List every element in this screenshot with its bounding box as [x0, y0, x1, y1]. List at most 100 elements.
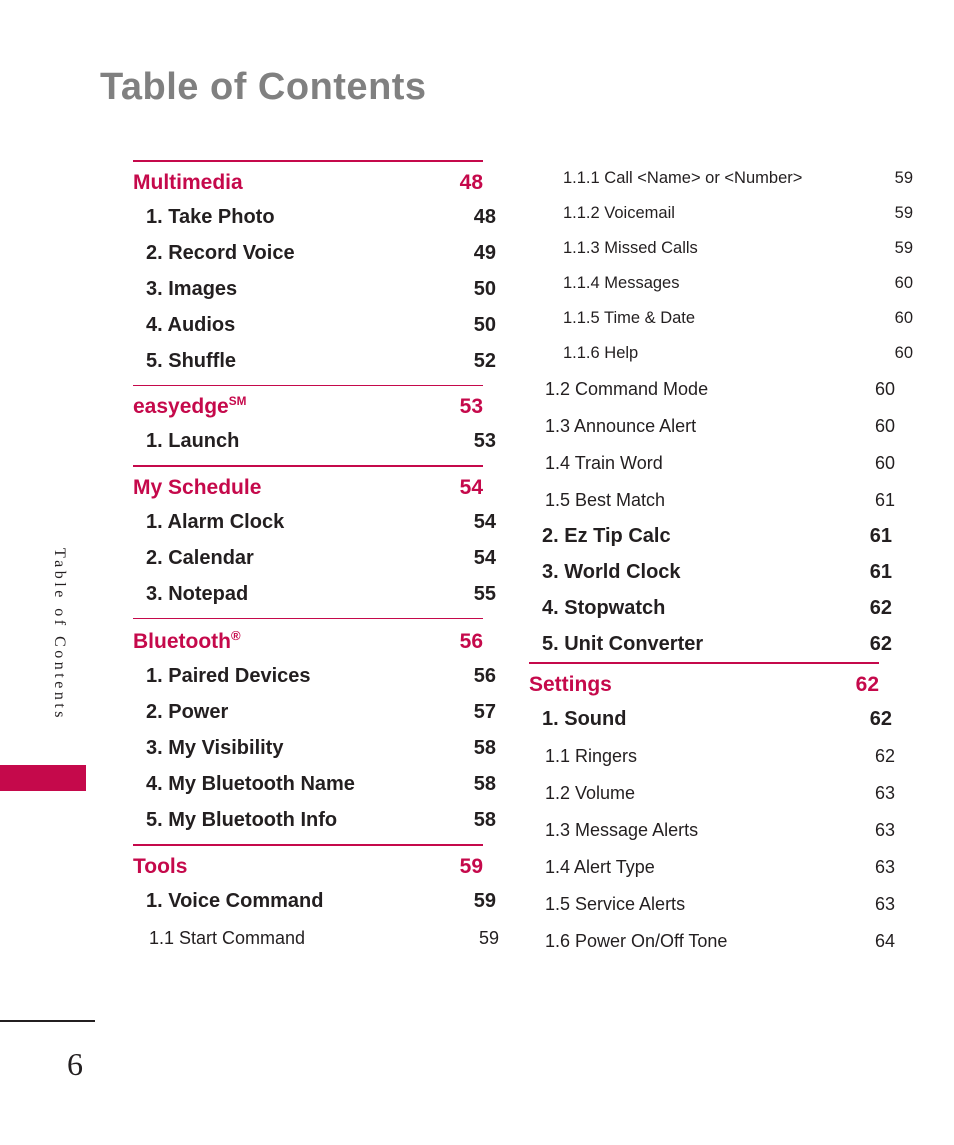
toc-entry-11-ringers[interactable]: 1.1 Ringers 62	[529, 737, 895, 774]
toc-entry-5-shuffle[interactable]: 5. Shuffle 52	[133, 343, 496, 379]
toc-entry-13-message-alerts-page: 63	[874, 819, 895, 840]
toc-entry-14-alert-type[interactable]: 1.4 Alert Type 63	[529, 848, 895, 885]
toc-entry-15-service-alerts-page: 63	[874, 893, 895, 914]
toc-entry-15-service-alerts[interactable]: 1.5 Service Alerts 63	[529, 885, 895, 922]
toc-entry-116-help[interactable]: 1.1.6 Help 60	[529, 335, 913, 370]
toc-entry-14-train-word[interactable]: 1.4 Train Word 60	[529, 444, 895, 481]
section-header-multimedia[interactable]: Multimedia 48	[133, 162, 483, 199]
toc-entry-15-best-match-page: 61	[874, 490, 895, 510]
toc-entry-2-power[interactable]: 2. Power 57	[133, 694, 496, 730]
section-header-multimedia-label: Multimedia	[133, 170, 243, 194]
toc-entry-2-ez-tip-calc[interactable]: 2. Ez Tip Calc 61	[529, 518, 892, 554]
toc-entry-1-voice-command[interactable]: 1. Voice Command 59	[133, 883, 496, 919]
toc-entry-11-start-command-page: 59	[478, 927, 499, 948]
toc-entry-1-alarm-clock[interactable]: 1. Alarm Clock 54	[133, 504, 496, 540]
section-header-easyedge[interactable]: easyedgeSM 53	[133, 386, 483, 423]
toc-entry-12-volume-label: 1.2 Volume	[545, 782, 636, 803]
toc-entry-16-power-on-off-tone-page: 64	[874, 930, 895, 951]
toc-entry-111-call-name-or-number[interactable]: 1.1.1 Call <Name> or <Number> 59	[529, 160, 913, 195]
toc-entry-12-command-mode-page: 60	[874, 379, 895, 399]
page-number: 6	[67, 1046, 83, 1082]
section-header-bluetooth[interactable]: Bluetooth® 56	[133, 619, 483, 658]
toc-entry-5-my-bluetooth-info[interactable]: 5. My Bluetooth Info 58	[133, 802, 496, 838]
toc-entry-2-power-page: 57	[473, 701, 496, 723]
toc-entry-1-alarm-clock-label: 1. Alarm Clock	[146, 510, 285, 533]
toc-entry-1-launch[interactable]: 1. Launch 53	[133, 423, 496, 459]
toc-entry-3-images-label: 3. Images	[146, 277, 238, 300]
toc-entry-13-announce-alert-page: 60	[874, 416, 895, 436]
toc-entry-1-take-photo-page: 48	[473, 205, 496, 228]
toc-entry-13-announce-alert[interactable]: 1.3 Announce Alert 60	[529, 407, 895, 444]
toc-entry-113-missed-calls-page: 59	[894, 239, 913, 257]
toc-entry-115-time-date[interactable]: 1.1.5 Time & Date 60	[529, 300, 913, 335]
toc-entry-114-messages[interactable]: 1.1.4 Messages 60	[529, 265, 913, 300]
section-header-my-schedule[interactable]: My Schedule 54	[133, 467, 483, 504]
toc-left-column: Multimedia 48 1. Take Photo 48 2. Record Voi…	[133, 160, 499, 962]
section-header-settings[interactable]: Settings 62	[529, 664, 879, 701]
section-header-tools[interactable]: Tools 59	[133, 846, 483, 883]
toc-entry-14-alert-type-page: 63	[874, 856, 895, 877]
toc-entry-2-record-voice[interactable]: 2. Record Voice 49	[133, 235, 496, 271]
toc-entry-15-service-alerts-label: 1.5 Service Alerts	[545, 893, 686, 914]
toc-entry-3-images[interactable]: 3. Images 50	[133, 271, 496, 307]
toc-entry-16-power-on-off-tone[interactable]: 1.6 Power On/Off Tone 64	[529, 922, 895, 959]
toc-entry-114-messages-label: 1.1.4 Messages	[563, 274, 680, 292]
toc-entry-1-take-photo[interactable]: 1. Take Photo 48	[133, 199, 496, 235]
toc-entry-3-world-clock[interactable]: 3. World Clock 61	[529, 554, 892, 590]
toc-entry-116-help-label: 1.1.6 Help	[563, 344, 639, 362]
toc-entry-5-shuffle-label: 5. Shuffle	[146, 349, 237, 372]
page-number-rule	[0, 1020, 95, 1022]
toc-entry-1-paired-devices[interactable]: 1. Paired Devices 56	[133, 658, 496, 694]
toc-entry-4-audios[interactable]: 4. Audios 50	[133, 307, 496, 343]
toc-entry-4-stopwatch[interactable]: 4. Stopwatch 62	[529, 590, 892, 626]
toc-entry-3-my-visibility-label: 3. My Visibility	[146, 737, 284, 759]
toc-entry-4-my-bluetooth-name[interactable]: 4. My Bluetooth Name 58	[133, 766, 496, 802]
toc-entry-13-message-alerts[interactable]: 1.3 Message Alerts 63	[529, 811, 895, 848]
toc-entry-111-call-name-or-number-page: 59	[894, 169, 913, 187]
toc-entry-5-shuffle-page: 52	[473, 349, 496, 372]
toc-entry-115-time-date-label: 1.1.5 Time & Date	[563, 309, 696, 327]
section-header-tools-page: 59	[459, 854, 483, 878]
toc-right-column: 1.1.1 Call <Name> or <Number> 59 1.1.2 Voi…	[529, 160, 913, 965]
toc-entry-4-audios-page: 50	[473, 313, 496, 336]
toc-entry-111-call-name-or-number-label: 1.1.1 Call <Name> or <Number>	[563, 169, 803, 187]
toc-entry-3-my-visibility[interactable]: 3. My Visibility 58	[133, 730, 496, 766]
toc-entry-1-sound-page: 62	[869, 707, 892, 730]
toc-entry-5-unit-converter-label: 5. Unit Converter	[542, 633, 704, 655]
side-tab-label: Table of Contents	[51, 548, 68, 722]
toc-entry-3-notepad[interactable]: 3. Notepad 55	[133, 576, 496, 612]
toc-entry-15-best-match[interactable]: 1.5 Best Match 61	[529, 481, 895, 518]
toc-entry-2-ez-tip-calc-page: 61	[869, 525, 892, 547]
toc-entry-15-best-match-label: 1.5 Best Match	[545, 490, 666, 510]
toc-entry-2-calendar-page: 54	[473, 546, 496, 569]
toc-entry-2-calendar[interactable]: 2. Calendar 54	[133, 540, 496, 576]
toc-entry-3-world-clock-label: 3. World Clock	[542, 561, 681, 583]
toc-entry-5-my-bluetooth-info-label: 5. My Bluetooth Info	[146, 809, 338, 831]
section-header-my-schedule-page: 54	[459, 475, 483, 499]
toc-entry-112-voicemail[interactable]: 1.1.2 Voicemail 59	[529, 195, 913, 230]
toc-entry-3-images-page: 50	[473, 277, 496, 300]
toc-entry-3-world-clock-page: 61	[869, 561, 892, 583]
section-header-bluetooth-page: 56	[459, 630, 483, 653]
section-header-settings-label: Settings	[529, 672, 612, 696]
toc-entry-14-alert-type-label: 1.4 Alert Type	[545, 856, 655, 877]
toc-entry-2-record-voice-label: 2. Record Voice	[146, 241, 295, 264]
toc-entry-5-unit-converter-page: 62	[869, 633, 892, 655]
section-header-easyedge-superscript: SM	[228, 395, 247, 408]
toc-entry-12-volume[interactable]: 1.2 Volume 63	[529, 774, 895, 811]
toc-entry-114-messages-page: 60	[894, 274, 913, 292]
section-header-my-schedule-label: My Schedule	[133, 475, 262, 499]
toc-entry-14-train-word-label: 1.4 Train Word	[545, 453, 663, 473]
toc-entry-2-record-voice-page: 49	[473, 241, 496, 264]
toc-entry-12-volume-page: 63	[874, 782, 895, 803]
toc-entry-5-unit-converter[interactable]: 5. Unit Converter 62	[529, 626, 892, 662]
toc-entry-3-notepad-page: 55	[473, 582, 496, 605]
toc-entry-1-paired-devices-page: 56	[473, 665, 496, 687]
toc-entry-11-start-command[interactable]: 1.1 Start Command 59	[133, 919, 499, 956]
toc-entry-3-my-visibility-page: 58	[473, 737, 496, 759]
toc-entry-113-missed-calls[interactable]: 1.1.3 Missed Calls 59	[529, 230, 913, 265]
toc-entry-1-sound[interactable]: 1. Sound 62	[529, 701, 892, 737]
toc-entry-12-command-mode[interactable]: 1.2 Command Mode 60	[529, 370, 895, 407]
